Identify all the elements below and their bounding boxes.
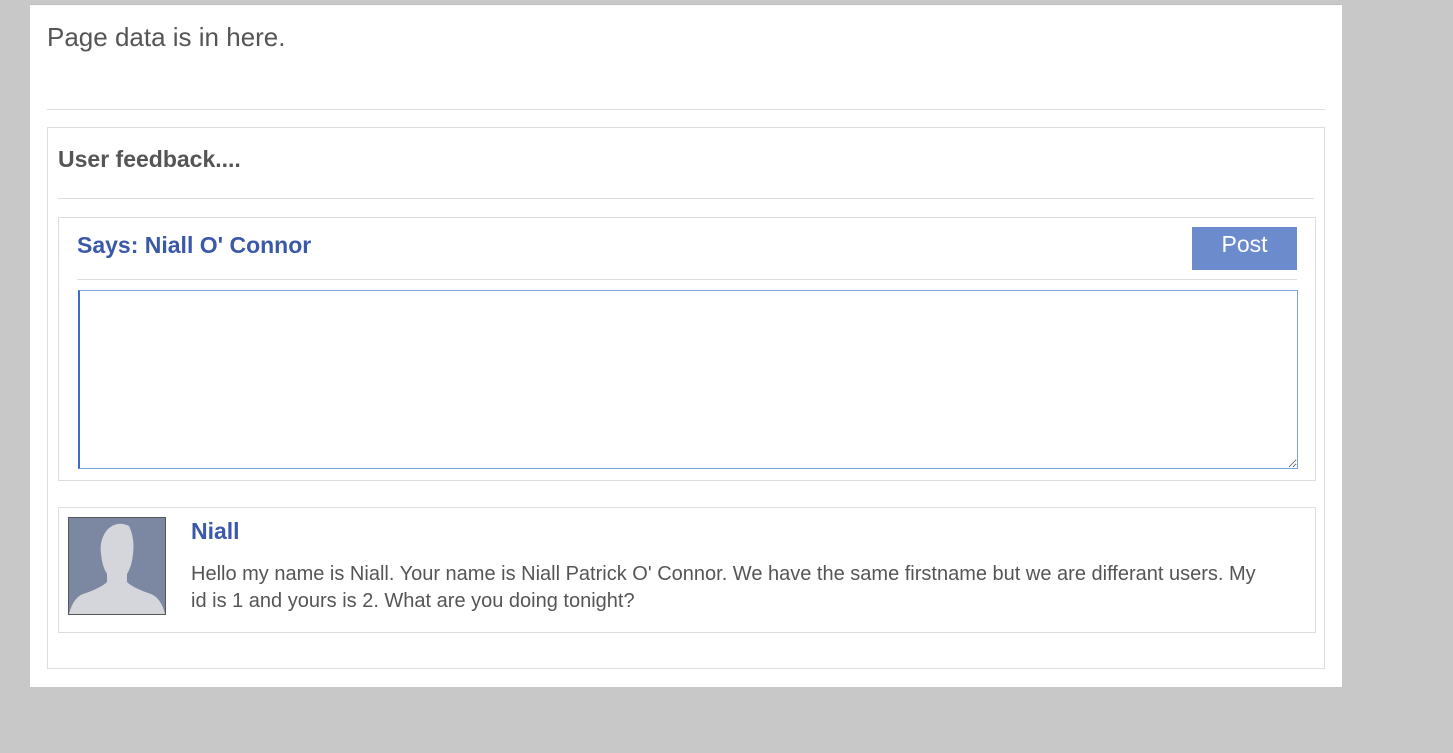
compose-box: Says: Niall O' Connor Post [58, 217, 1316, 481]
page-title: Page data is in here. [47, 22, 286, 52]
current-user-name[interactable]: Niall O' Connor [145, 232, 311, 258]
compose-divider [77, 279, 1297, 280]
feedback-panel: User feedback.... Says: Niall O' Connor … [47, 127, 1325, 669]
says-label: Says: [77, 232, 139, 258]
feedback-heading: User feedback.... [58, 146, 241, 172]
feedback-textarea[interactable] [78, 290, 1298, 469]
default-user-avatar-icon [68, 517, 166, 615]
page-container: Page data is in here. User feedback.... … [30, 4, 1342, 687]
says-line: Says: Niall O' Connor [77, 232, 311, 259]
comment-text: Hello my name is Niall. Your name is Nia… [191, 563, 1256, 612]
page-divider [47, 109, 1325, 110]
comment-item: Niall Hello my name is Niall. Your name … [58, 507, 1316, 633]
comment-author[interactable]: Niall [191, 518, 240, 545]
post-button[interactable]: Post [1192, 227, 1297, 270]
avatar-silhouette-icon [69, 518, 165, 614]
feedback-divider [58, 198, 1314, 199]
